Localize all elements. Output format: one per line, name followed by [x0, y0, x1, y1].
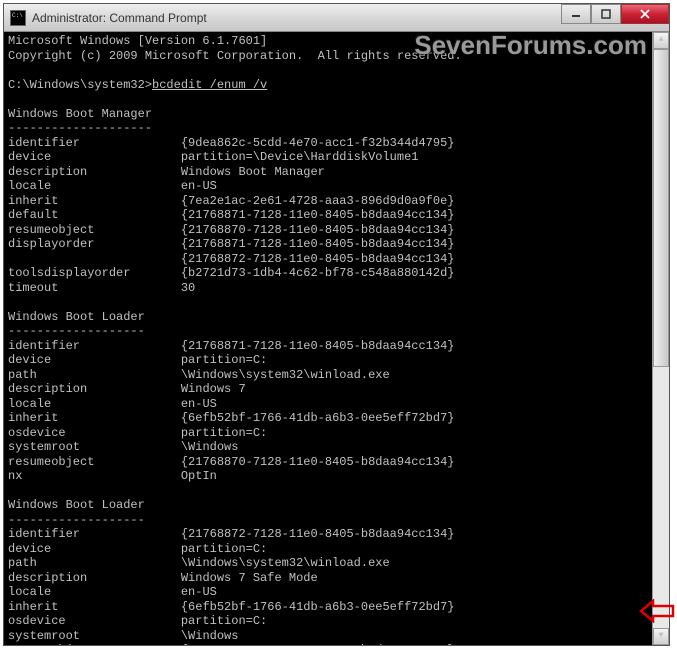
- kv-val: {9dea862c-5cdd-4e70-acc1-f32b344d4795}: [181, 136, 455, 150]
- kv-key: identifier: [8, 136, 80, 150]
- scroll-thumb[interactable]: [653, 49, 669, 367]
- cmd-enum: bcdedit /enum /v: [152, 78, 267, 92]
- close-button[interactable]: [621, 4, 669, 24]
- command-line-1: C:\Windows\system32>bcdedit /enum /v: [8, 78, 665, 93]
- section-header: Windows Boot Loader: [8, 310, 665, 325]
- command-prompt-window: Administrator: Command Prompt Microsoft …: [3, 3, 670, 646]
- cmd-icon: [10, 10, 26, 26]
- scroll-up-button[interactable]: ▲: [653, 32, 669, 49]
- section-header: Windows Boot Loader: [8, 498, 665, 513]
- scroll-down-button[interactable]: ▼: [653, 628, 669, 645]
- window-controls: [561, 4, 669, 24]
- scroll-track[interactable]: [653, 49, 669, 628]
- maximize-button[interactable]: [591, 4, 621, 24]
- section-header: Windows Boot Manager: [8, 107, 665, 122]
- version-line: Microsoft Windows [Version 6.1.7601]: [8, 34, 665, 49]
- minimize-button[interactable]: [561, 4, 591, 24]
- terminal-output[interactable]: Microsoft Windows [Version 6.1.7601]Copy…: [4, 32, 669, 645]
- titlebar[interactable]: Administrator: Command Prompt: [4, 4, 669, 32]
- window-title: Administrator: Command Prompt: [32, 11, 207, 25]
- copyright-line: Copyright (c) 2009 Microsoft Corporation…: [8, 49, 665, 64]
- vertical-scrollbar[interactable]: ▲ ▼: [652, 32, 669, 645]
